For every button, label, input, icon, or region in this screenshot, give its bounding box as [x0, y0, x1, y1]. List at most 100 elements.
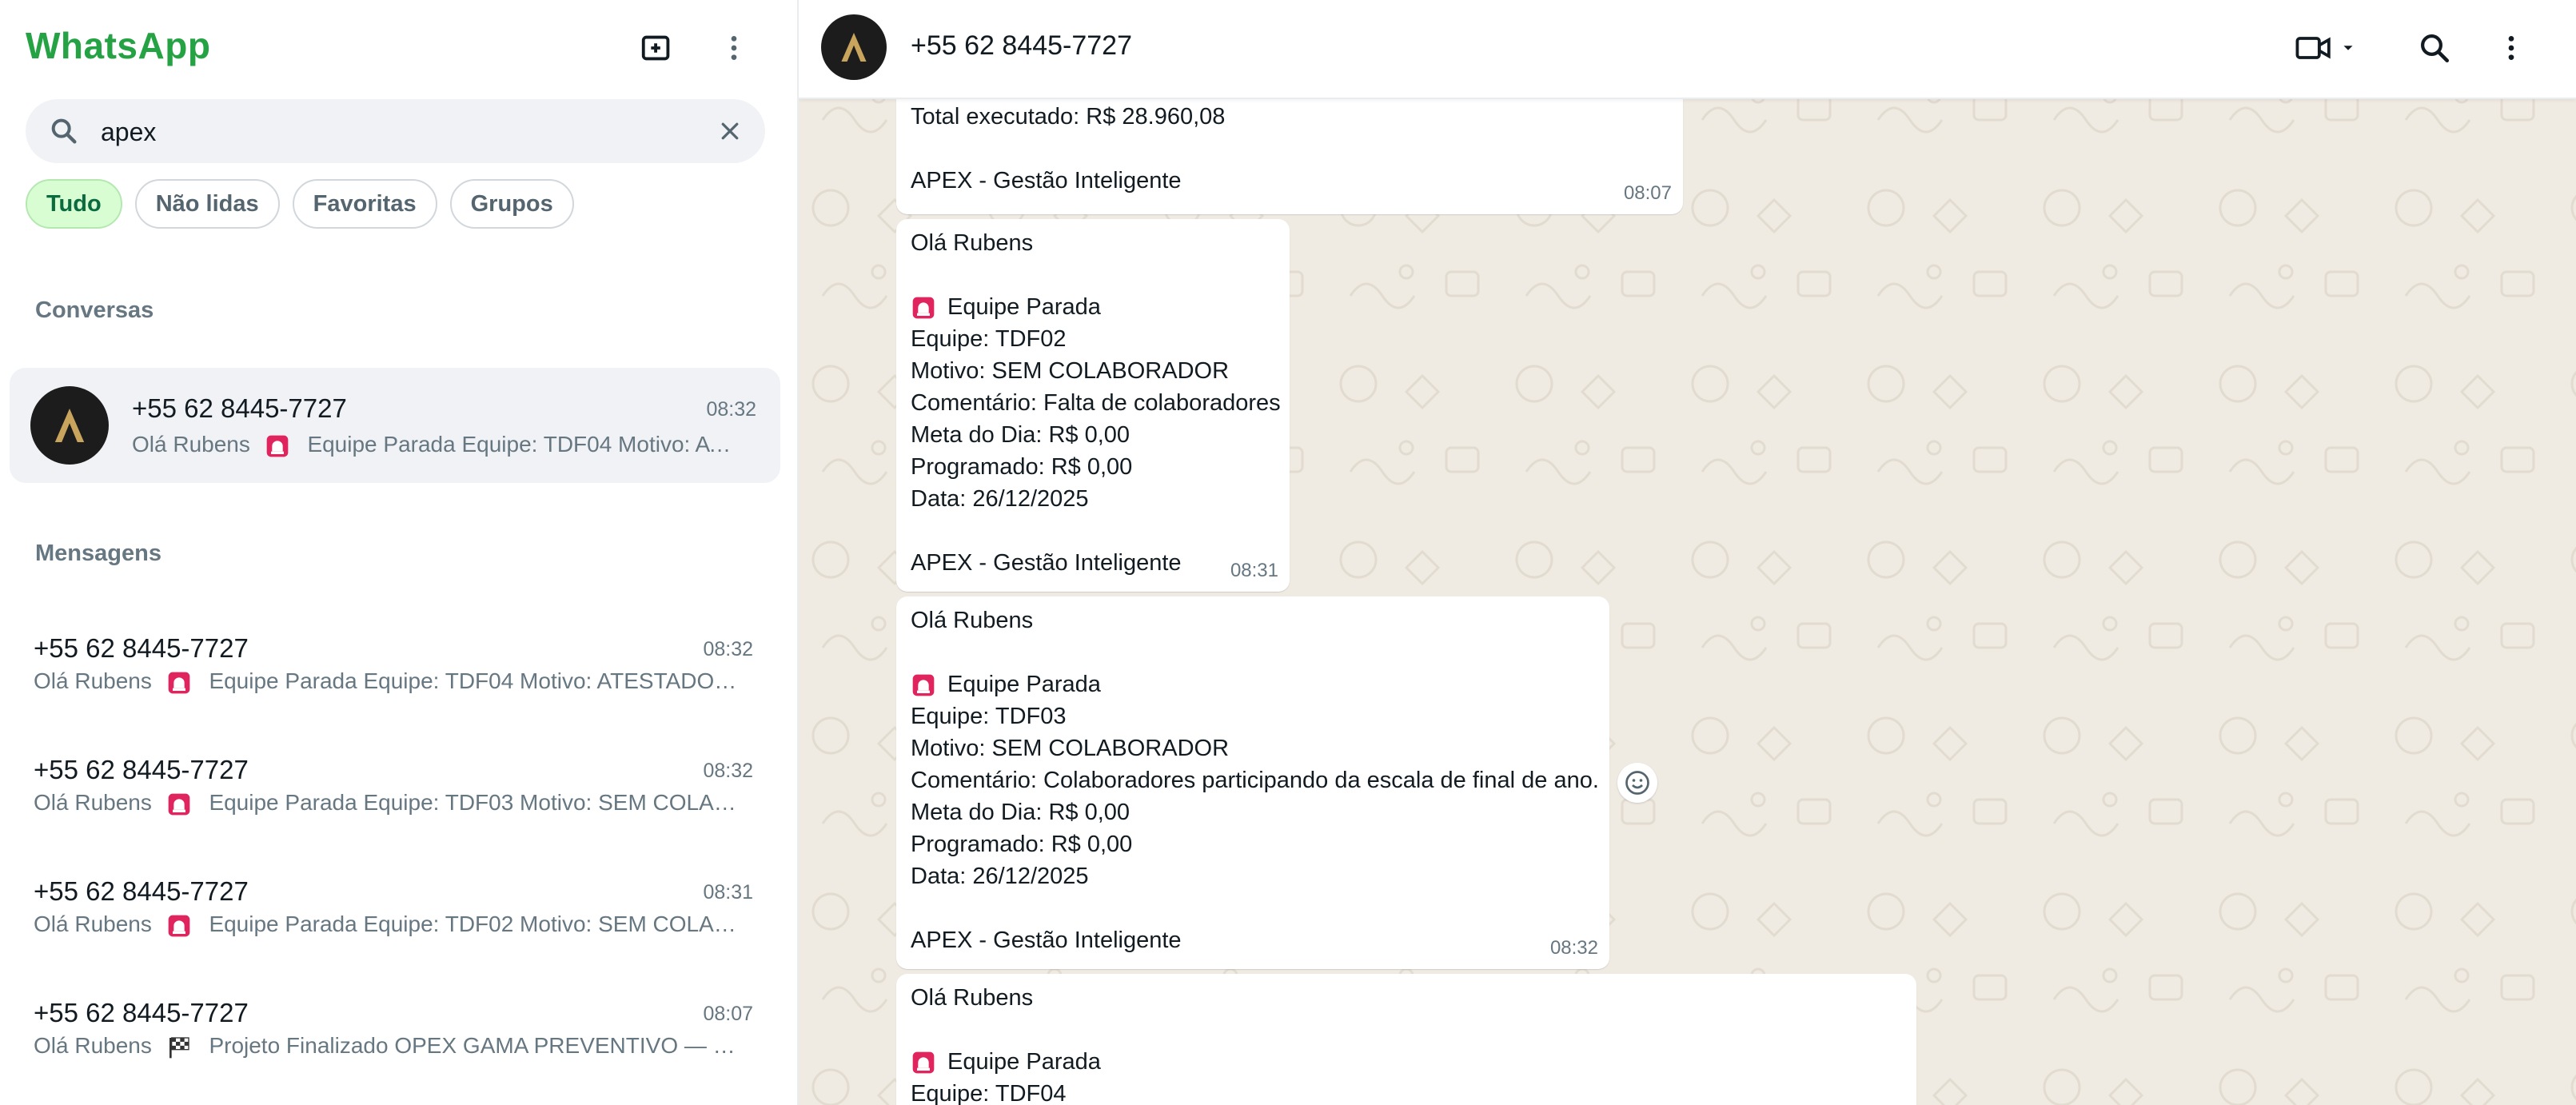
message-line	[911, 515, 1275, 547]
new-chat-button[interactable]	[632, 22, 683, 74]
search-chat-button[interactable]	[2409, 22, 2460, 74]
message-bubble[interactable]: Olá Rubens Equipe Parada Equipe: TDF02 M…	[896, 219, 1290, 592]
message-result-item[interactable]: +55 62 8445-7727 08:31 Olá Rubens Equipe…	[34, 876, 753, 972]
message-line: Motivo: SEM COLABORADOR	[911, 736, 1230, 761]
message-line-text: Equipe Parada	[947, 1049, 1101, 1075]
message-line: Data: 26/12/2025	[911, 486, 1089, 512]
chat-list-panel: WhatsApp Tudo Não lidas Favoritas Grupos…	[0, 0, 799, 1105]
menu-button[interactable]	[708, 22, 760, 74]
chip-favorites[interactable]: Favoritas	[292, 179, 437, 229]
preview-tail: Equipe Parada Equipe: TDF04 Motivo: ATES…	[209, 668, 737, 693]
message-line: Equipe: TDF04	[911, 1081, 1067, 1105]
clear-search-button[interactable]	[712, 114, 748, 149]
message-result-name: +55 62 8445-7727	[34, 633, 249, 663]
message-result-preview: Olá Rubens Projeto Finalizado OPEX GAMA …	[34, 1033, 737, 1060]
message-bubble[interactable]: Olá Rubens Equipe Parada Equipe: TDF03 M…	[896, 596, 1609, 969]
contact-name[interactable]: +55 62 8445-7727	[911, 30, 1132, 62]
apex-logo-icon	[54, 409, 85, 442]
message-line: Programado: R$ 0,00	[911, 454, 1133, 480]
message-line	[911, 133, 1669, 165]
contact-avatar[interactable]	[821, 14, 887, 80]
chip-unread[interactable]: Não lidas	[134, 179, 280, 229]
message-line: APEX - Gestão Inteligente	[911, 927, 1182, 953]
message-line	[911, 259, 1275, 291]
siren-icon	[912, 675, 935, 696]
video-camera-icon	[2295, 37, 2331, 59]
message-line	[911, 636, 1595, 668]
message-time: 08:07	[1623, 182, 1672, 204]
search-box	[26, 99, 765, 163]
message-line: Equipe: TDF03	[911, 704, 1067, 729]
message-result-preview: Olá Rubens Equipe Parada Equipe: TDF02 M…	[34, 912, 737, 939]
message-line: Data: 26/12/2025	[911, 864, 1089, 889]
video-call-button[interactable]	[2286, 22, 2366, 74]
react-button[interactable]	[1617, 763, 1657, 803]
checkered-flag-icon	[169, 1036, 189, 1058]
filter-chips: Tudo Não lidas Favoritas Grupos	[26, 179, 574, 229]
message-time: 08:32	[1549, 937, 1598, 959]
chip-groups[interactable]: Grupos	[449, 179, 574, 229]
conversation-name: +55 62 8445-7727	[132, 393, 347, 423]
preview-head: Olá Rubens	[34, 790, 152, 815]
chat-menu-button[interactable]	[2486, 22, 2537, 74]
siren-icon	[912, 297, 935, 319]
message-line: Total executado: R$ 28.960,08	[911, 104, 1226, 130]
apex-logo-icon	[841, 33, 867, 62]
section-conversations: Conversas	[35, 297, 154, 323]
chat-panel: +55 62 8445-7727 Total executado: R$ 28.…	[799, 0, 2576, 1105]
search-icon	[2421, 34, 2450, 63]
preview-tail: Equipe Parada Equipe: TDF04 Motivo: ATE.…	[307, 432, 740, 457]
chip-all[interactable]: Tudo	[26, 179, 122, 229]
message-line: Olá Rubens	[911, 230, 1034, 256]
preview-tail: Equipe Parada Equipe: TDF03 Motivo: SEM …	[209, 790, 737, 815]
message-line-text: Equipe Parada	[947, 294, 1101, 320]
siren-icon	[168, 915, 189, 936]
message-line: Programado: R$ 0,00	[911, 832, 1133, 857]
message-line: Olá Rubens	[911, 985, 1034, 1011]
message-line: Equipe: TDF02	[911, 326, 1067, 352]
message-line: Motivo: SEM COLABORADOR	[911, 358, 1230, 384]
message-line	[911, 1014, 1902, 1046]
whatsapp-app: WhatsApp Tudo Não lidas Favoritas Grupos…	[0, 0, 2576, 1105]
message-result-name: +55 62 8445-7727	[34, 755, 249, 784]
avatar	[30, 386, 109, 465]
message-line: Equipe Parada	[911, 1046, 1902, 1078]
app-title: WhatsApp	[26, 25, 211, 66]
chat-header: +55 62 8445-7727	[799, 0, 2576, 99]
message-line-text: Equipe Parada	[947, 672, 1101, 697]
siren-icon	[168, 793, 189, 815]
conversation-item[interactable]: +55 62 8445-7727 08:32 Olá Rubens Equipe…	[10, 368, 780, 483]
message-line	[911, 892, 1595, 924]
preview-tail: Projeto Finalizado OPEX GAMA PREVENTIVO …	[209, 1033, 737, 1058]
message-line: APEX - Gestão Inteligente	[911, 168, 1182, 193]
message-bubble[interactable]: Olá Rubens Equipe Parada Equipe: TDF04	[896, 974, 1916, 1105]
message-result-item[interactable]: +55 62 8445-7727 08:32 Olá Rubens Equipe…	[34, 633, 753, 729]
search-input[interactable]	[99, 110, 694, 154]
section-messages: Mensagens	[35, 541, 161, 566]
message-line: Olá Rubens	[911, 608, 1034, 633]
siren-icon	[266, 435, 288, 457]
message-result-time: 08:32	[703, 760, 753, 782]
preview-tail: Equipe Parada Equipe: TDF02 Motivo: SEM …	[209, 912, 737, 936]
message-line: APEX - Gestão Inteligente	[911, 550, 1182, 576]
message-result-item[interactable]: +55 62 8445-7727 08:32 Olá Rubens Equipe…	[34, 755, 753, 851]
more-vertical-icon	[2508, 36, 2514, 60]
message-line: Comentário: Colaboradores participando d…	[911, 768, 1599, 793]
siren-icon	[168, 672, 189, 693]
message-result-time: 08:31	[703, 881, 753, 904]
message-result-item[interactable]: +55 62 8445-7727 08:07 Olá Rubens Projet…	[34, 998, 753, 1094]
search-icon	[51, 118, 77, 144]
message-line: Equipe Parada	[911, 291, 1275, 323]
chevron-down-icon	[2343, 46, 2353, 50]
conversation-preview: Olá Rubens Equipe Parada Equipe: TDF04 M…	[132, 432, 740, 459]
message-result-preview: Olá Rubens Equipe Parada Equipe: TDF04 M…	[34, 668, 737, 696]
message-result-name: +55 62 8445-7727	[34, 998, 249, 1027]
preview-head: Olá Rubens	[34, 912, 152, 936]
preview-head: Olá Rubens	[132, 432, 250, 457]
more-vertical-icon	[731, 36, 737, 60]
conversation-time: 08:32	[706, 398, 756, 421]
message-line: Meta do Dia: R$ 0,00	[911, 422, 1130, 448]
message-line: Equipe Parada	[911, 668, 1595, 700]
siren-icon	[912, 1052, 935, 1074]
new-chat-icon	[641, 35, 670, 61]
